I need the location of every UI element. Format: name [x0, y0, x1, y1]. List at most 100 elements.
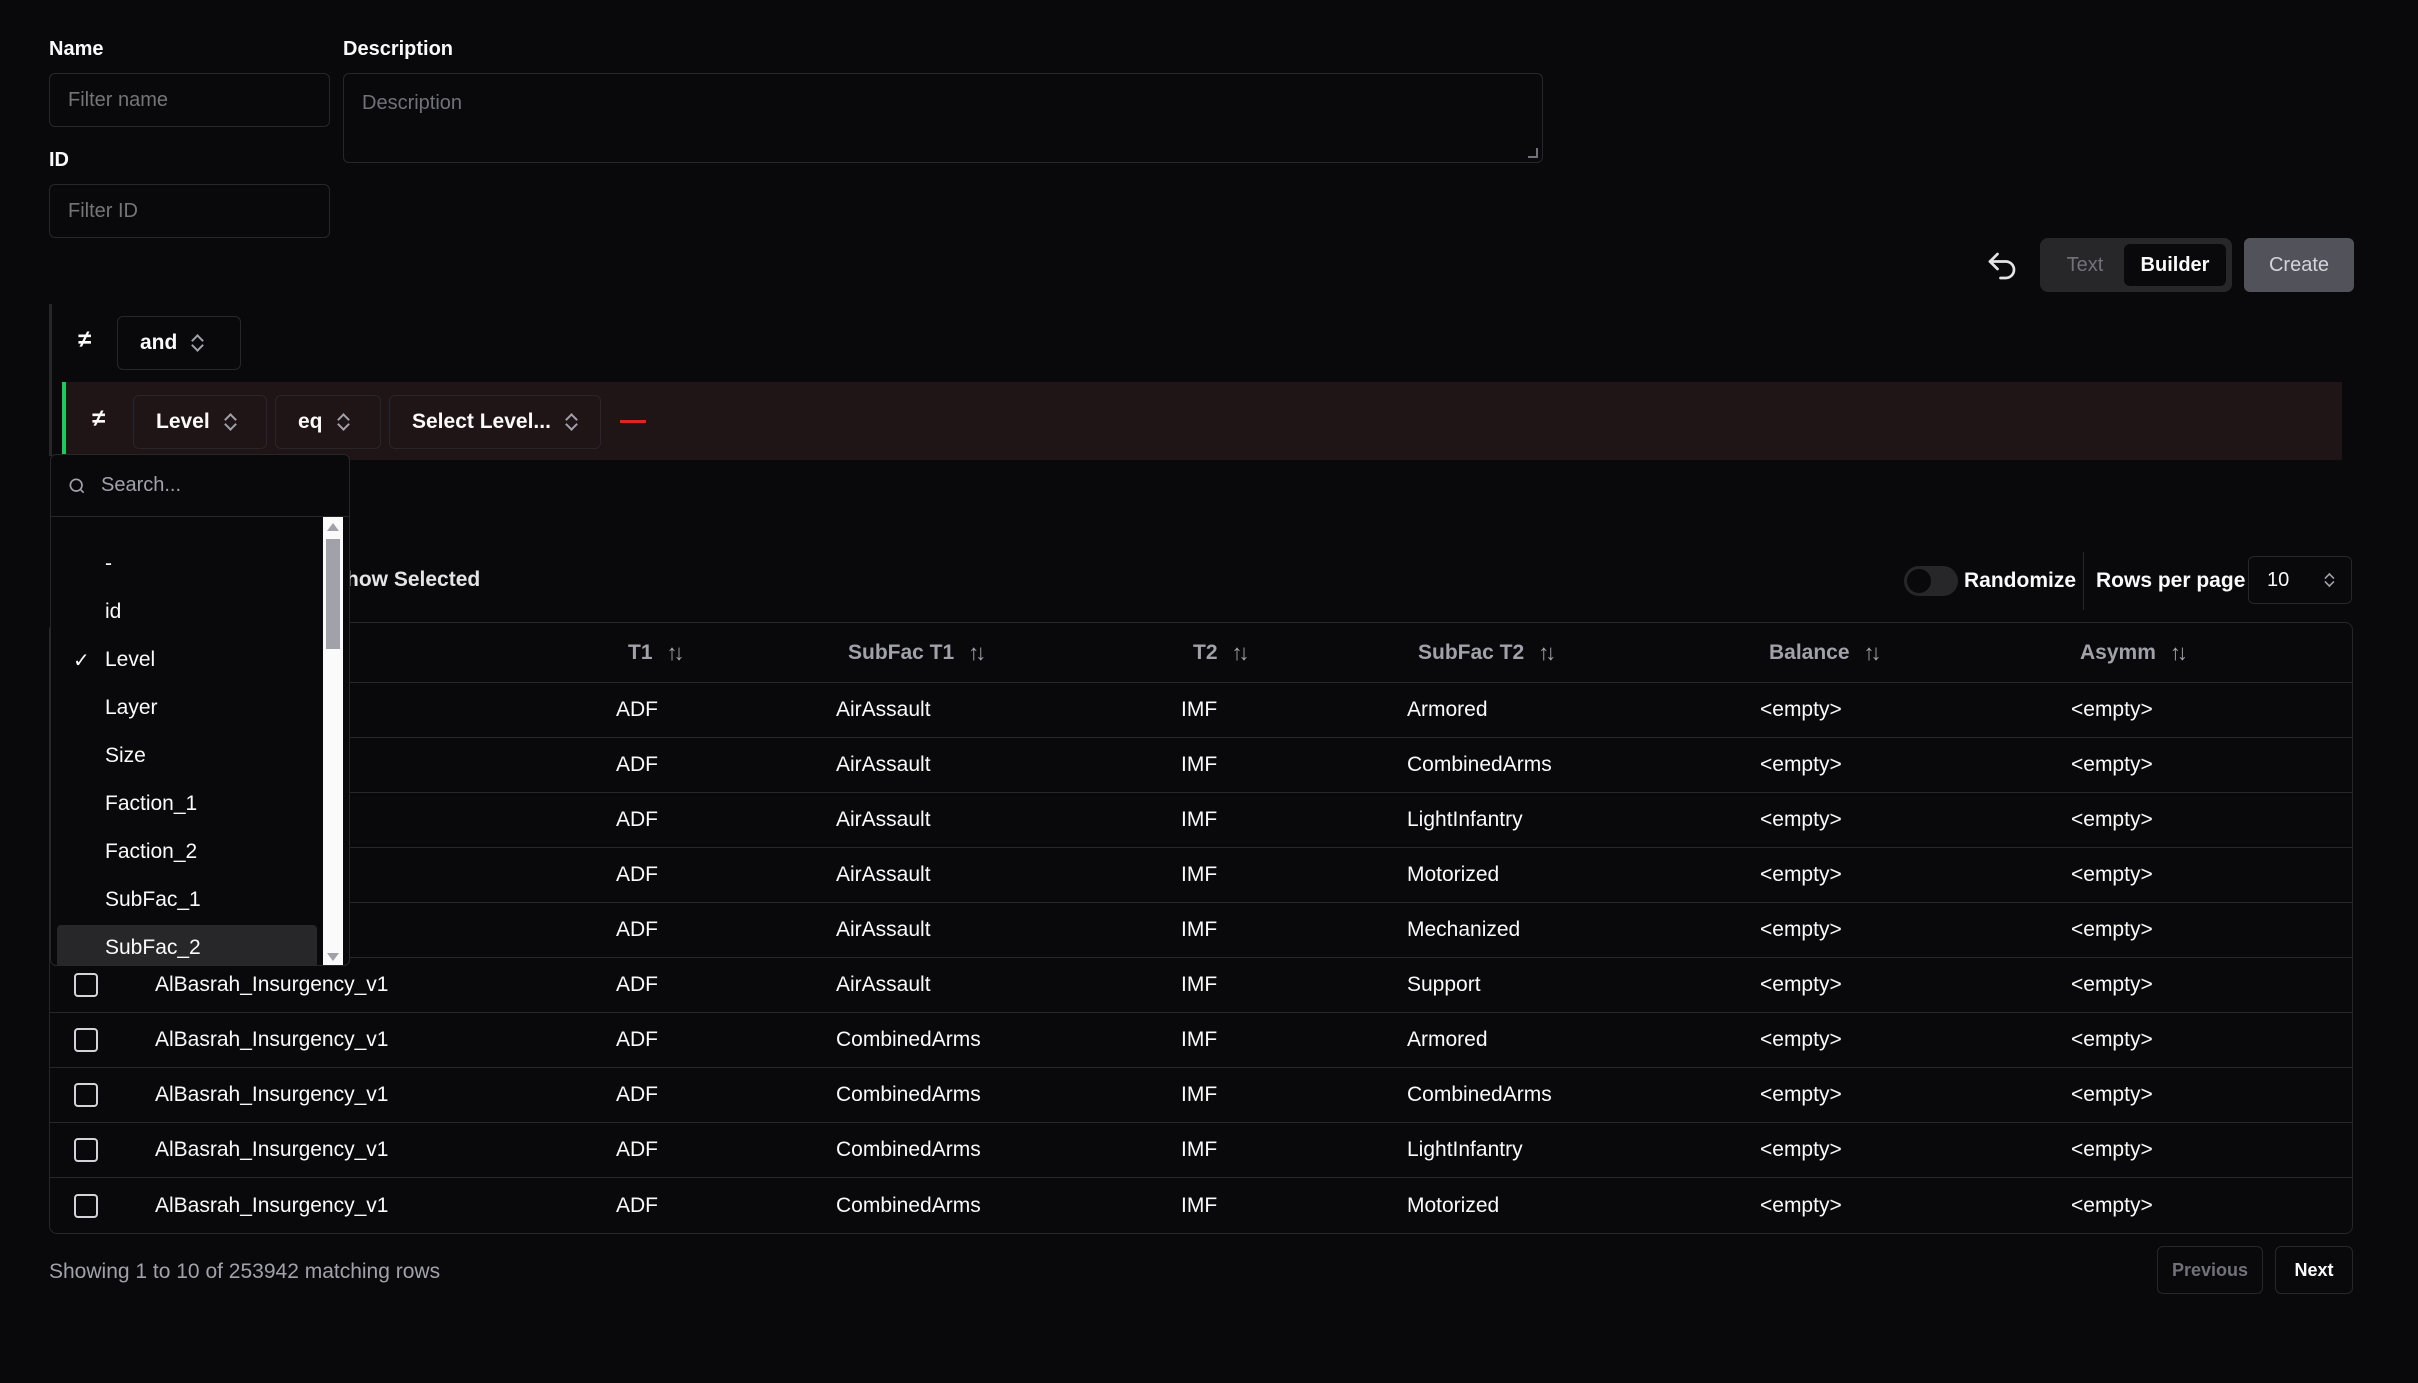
condition-field-select[interactable]: Level	[133, 395, 267, 449]
table-cell: Support	[1407, 973, 1481, 996]
dropdown-item[interactable]: -	[57, 541, 317, 587]
group-operator-select[interactable]: and	[117, 316, 241, 370]
rows-per-page-label: Rows per page	[2096, 569, 2246, 592]
table-cell: IMF	[1181, 1028, 1218, 1051]
remove-condition-icon[interactable]	[620, 420, 646, 423]
table-cell: ADF	[616, 698, 658, 721]
next-button[interactable]: Next	[2275, 1246, 2353, 1294]
table-cell: CombinedArms	[1407, 1083, 1552, 1106]
randomize-switch[interactable]	[1904, 566, 1958, 596]
rows-per-page-select[interactable]: 10	[2248, 556, 2352, 604]
table-row[interactable]: _v1ADFAirAssaultIMFMotorized<empty><empt…	[50, 848, 2352, 903]
table-cell: AlBasrah_Insurgency_v1	[155, 1028, 389, 1051]
table-cell: <empty>	[1760, 918, 1842, 941]
negate-group-icon[interactable]: ≠	[78, 326, 91, 354]
row-checkbox[interactable]	[74, 973, 98, 997]
table-cell: <empty>	[1760, 973, 1842, 996]
dropdown-item-label: Layer	[105, 696, 158, 719]
dropdown-scrollbar[interactable]	[323, 517, 343, 965]
dropdown-item-label: SubFac_1	[105, 888, 201, 911]
dropdown-item[interactable]: ✓ Level	[57, 637, 317, 683]
row-checkbox[interactable]	[74, 1193, 98, 1218]
table-header-row: T1 ↑↓ SubFac T1 ↑↓ T2 ↑↓ SubFac T2 ↑↓ Balanc…	[50, 623, 2352, 683]
condition-operator-select[interactable]: eq	[275, 395, 381, 449]
table-cell: ADF	[616, 1138, 658, 1161]
header-subfac-t2[interactable]: SubFac T2 ↑↓	[1418, 623, 1556, 682]
header-balance[interactable]: Balance ↑↓	[1769, 623, 1882, 682]
table-cell: <empty>	[2071, 753, 2153, 776]
chevron-updown-icon	[2324, 573, 2334, 587]
header-t2[interactable]: T2 ↑↓	[1193, 623, 1250, 682]
undo-icon[interactable]	[1984, 248, 2020, 284]
mode-builder-tab[interactable]: Builder	[2124, 244, 2226, 286]
dropdown-item-label: SubFac_2	[105, 936, 201, 959]
table-cell: <empty>	[2071, 973, 2153, 996]
table-cell: ADF	[616, 863, 658, 886]
previous-button[interactable]: Previous	[2157, 1246, 2263, 1294]
sort-icon: ↑↓	[1863, 639, 1882, 665]
dropdown-item-label: Faction_2	[105, 840, 198, 863]
show-selected-toggle[interactable]: how Selected	[346, 568, 480, 592]
table-cell: IMF	[1181, 1138, 1218, 1161]
condition-field-value: Level	[156, 410, 210, 433]
table-cell: <empty>	[2071, 1193, 2153, 1217]
dropdown-item[interactable]: SubFac_2	[57, 925, 317, 965]
data-table: T1 ↑↓ SubFac T1 ↑↓ T2 ↑↓ SubFac T2 ↑↓ Balanc…	[49, 622, 2353, 1234]
table-row[interactable]: _v1ADFAirAssaultIMFCombinedArms<empty><e…	[50, 738, 2352, 793]
group-operator-value: and	[140, 331, 178, 354]
negate-condition-icon[interactable]: ≠	[92, 405, 105, 433]
table-cell: AlBasrah_Insurgency_v1	[155, 973, 389, 996]
sort-icon: ↑↓	[1231, 639, 1250, 665]
dropdown-item[interactable]: Faction_2	[57, 829, 317, 875]
table-row[interactable]: _v1ADFAirAssaultIMFMechanized<empty><emp…	[50, 903, 2352, 958]
table-row[interactable]: AlBasrah_Insurgency_v1 ADF CombinedArms IMF…	[50, 1123, 2352, 1178]
mode-text-tab[interactable]: Text	[2046, 244, 2124, 286]
scrollbar-thumb[interactable]	[326, 539, 340, 649]
dropdown-search[interactable]: Search...	[51, 455, 349, 517]
table-row[interactable]: _v1ADFAirAssaultIMFArmored<empty><empty>	[50, 683, 2352, 738]
table-cell: ADF	[616, 1083, 658, 1106]
table-cell: Mechanized	[1407, 918, 1521, 941]
header-t1[interactable]: T1 ↑↓	[628, 623, 685, 682]
table-cell: IMF	[1181, 918, 1218, 941]
scroll-down-icon[interactable]	[327, 953, 339, 961]
table-row[interactable]: AlBasrah_Insurgency_v1 ADF CombinedArms IMF…	[50, 1068, 2352, 1123]
table-row[interactable]: AlBasrah_Insurgency_v1 ADF AirAssault IMF Su…	[50, 958, 2352, 1013]
description-label: Description	[343, 38, 454, 60]
dropdown-search-placeholder: Search...	[101, 474, 182, 496]
resize-handle-icon[interactable]	[1528, 148, 1538, 158]
sort-icon: ↑↓	[1538, 639, 1556, 665]
description-textarea[interactable]: Description	[343, 73, 1543, 163]
table-row[interactable]: _v1ADFAirAssaultIMFLightInfantry<empty><…	[50, 793, 2352, 848]
table-cell: ADF	[616, 1193, 658, 1217]
create-button[interactable]: Create	[2244, 238, 2354, 292]
table-row[interactable]: AlBasrah_Insurgency_v1 ADF CombinedArms IMF…	[50, 1178, 2352, 1233]
table-row[interactable]: AlBasrah_Insurgency_v1 ADF CombinedArms IMF…	[50, 1013, 2352, 1068]
dropdown-item[interactable]: Faction_1	[57, 781, 317, 827]
table-cell: <empty>	[2071, 698, 2153, 721]
header-asymm[interactable]: Asymm ↑↓	[2080, 623, 2188, 682]
row-checkbox[interactable]	[74, 1083, 98, 1107]
table-cell: <empty>	[1760, 1138, 1842, 1161]
table-cell: Armored	[1407, 1028, 1488, 1051]
sort-icon: ↑↓	[2169, 639, 2188, 665]
chevron-updown-icon	[191, 334, 203, 352]
dropdown-item[interactable]: Layer	[57, 685, 317, 731]
table-cell: <empty>	[2071, 863, 2153, 886]
header-subfac-t1[interactable]: SubFac T1 ↑↓	[848, 623, 986, 682]
condition-value-select[interactable]: Select Level...	[389, 395, 601, 449]
dropdown-item[interactable]: Size	[57, 733, 317, 779]
pagination-summary: Showing 1 to 10 of 253942 matching rows	[49, 1260, 441, 1283]
scroll-up-icon[interactable]	[327, 523, 339, 531]
chevron-updown-icon	[337, 413, 349, 431]
name-input[interactable]	[49, 73, 330, 127]
id-input[interactable]	[49, 184, 330, 238]
table-cell: ADF	[616, 1028, 658, 1051]
row-checkbox[interactable]	[74, 1028, 98, 1052]
table-cell: AlBasrah_Insurgency_v1	[155, 1083, 389, 1106]
dropdown-item[interactable]: id	[57, 589, 317, 635]
table-cell: CombinedArms	[836, 1083, 981, 1106]
dropdown-item[interactable]: SubFac_1	[57, 877, 317, 923]
randomize-label: Randomize	[1964, 569, 2077, 592]
row-checkbox[interactable]	[74, 1138, 98, 1162]
